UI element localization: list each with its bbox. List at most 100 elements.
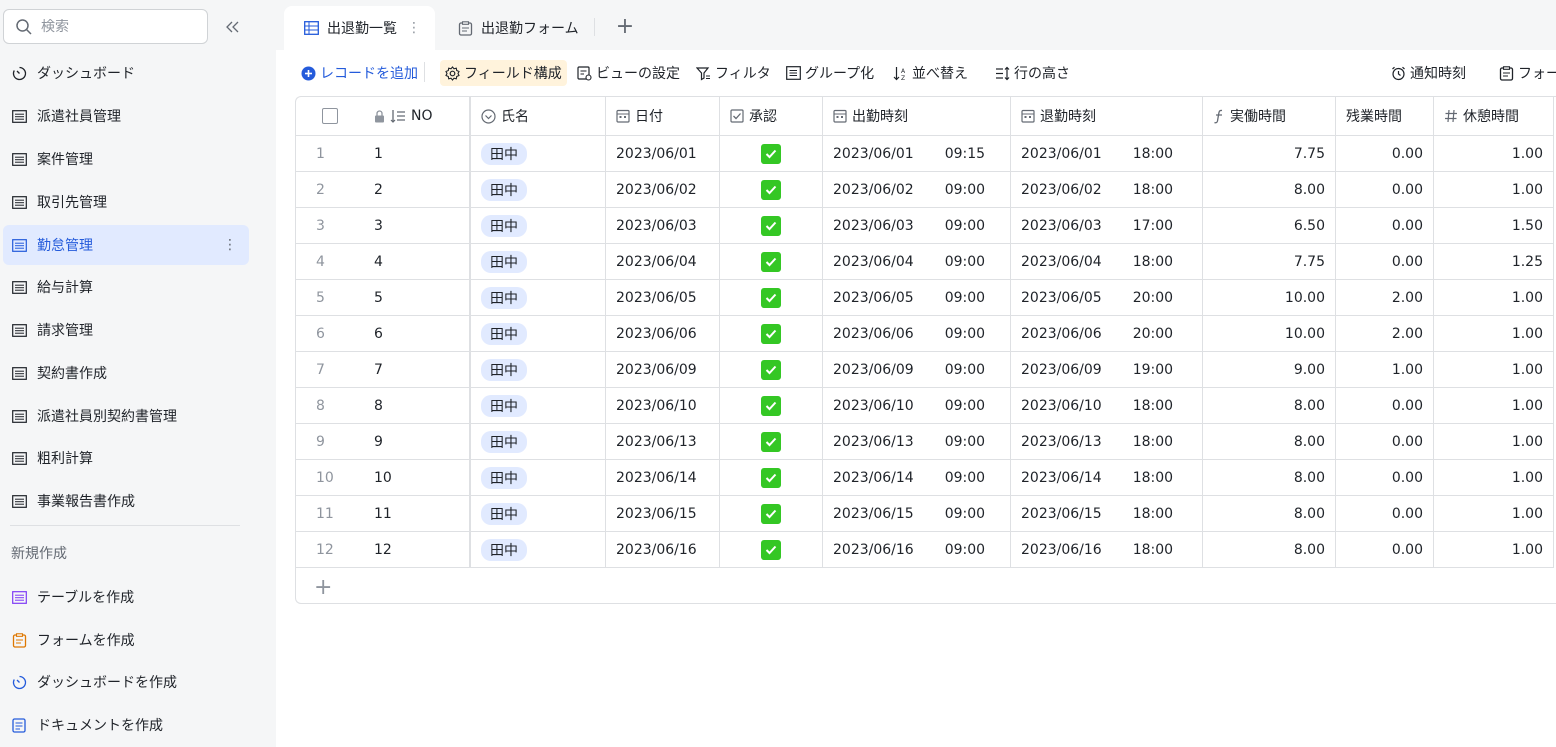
table-row[interactable]: 5 5 田中 2023/06/05 2023/06/05 09:00 2023/06/05 2… [296, 280, 1554, 316]
add-row-icon[interactable]: + [314, 575, 332, 600]
clock-in-cell[interactable]: 2023/06/14 09:00 [823, 460, 1011, 496]
col-header-name[interactable]: 氏名 [471, 97, 606, 136]
approval-cell[interactable] [720, 388, 823, 424]
clock-in-cell[interactable]: 2023/06/15 09:00 [823, 496, 1011, 532]
no-cell[interactable]: 11 [364, 496, 471, 532]
approval-cell[interactable] [720, 136, 823, 172]
work-hours-cell[interactable]: 7.75 [1203, 244, 1336, 280]
row-index[interactable]: 8 [296, 388, 364, 424]
date-cell[interactable]: 2023/06/15 [606, 496, 720, 532]
approval-cell[interactable] [720, 244, 823, 280]
sidebar-item-seikyu[interactable]: 請求管理 [3, 310, 249, 350]
sidebar-item-jigyo-hokoku[interactable]: 事業報告書作成 [3, 481, 249, 521]
sidebar-item-dashboard[interactable]: ダッシュボード [3, 53, 249, 93]
clock-out-cell[interactable]: 2023/06/03 17:00 [1011, 208, 1203, 244]
form-button[interactable]: フォーム [1494, 60, 1556, 86]
name-cell[interactable]: 田中 [471, 208, 606, 244]
approved-checkbox[interactable] [761, 179, 781, 200]
approval-cell[interactable] [720, 172, 823, 208]
approved-checkbox[interactable] [761, 431, 781, 452]
table-row[interactable]: 9 9 田中 2023/06/13 2023/06/13 09:00 2023/06/13 1… [296, 424, 1554, 460]
overtime-cell[interactable]: 0.00 [1336, 172, 1434, 208]
sidebar-item-kyuyo[interactable]: 給与計算 [3, 267, 249, 307]
clock-in-cell[interactable]: 2023/06/10 09:00 [823, 388, 1011, 424]
row-index[interactable]: 9 [296, 424, 364, 460]
name-cell[interactable]: 田中 [471, 532, 606, 568]
clock-out-cell[interactable]: 2023/06/15 18:00 [1011, 496, 1203, 532]
row-index[interactable]: 10 [296, 460, 364, 496]
approval-cell[interactable] [720, 316, 823, 352]
break-cell[interactable]: 1.00 [1434, 172, 1554, 208]
work-hours-cell[interactable]: 6.50 [1203, 208, 1336, 244]
date-cell[interactable]: 2023/06/01 [606, 136, 720, 172]
sidebar-item-haken-keiyaku[interactable]: 派遣社員別契約書管理 [3, 396, 249, 436]
tab-more-icon[interactable]: ⋮ [407, 20, 421, 36]
break-cell[interactable]: 1.00 [1434, 496, 1554, 532]
table-row[interactable]: 3 3 田中 2023/06/03 2023/06/03 09:00 2023/06/03 1… [296, 208, 1554, 244]
approval-cell[interactable] [720, 460, 823, 496]
clock-in-cell[interactable]: 2023/06/16 09:00 [823, 532, 1011, 568]
create-form-item[interactable]: フォームを作成 [3, 620, 249, 660]
clock-out-cell[interactable]: 2023/06/04 18:00 [1011, 244, 1203, 280]
break-cell[interactable]: 1.00 [1434, 424, 1554, 460]
name-cell[interactable]: 田中 [471, 352, 606, 388]
break-cell[interactable]: 1.50 [1434, 208, 1554, 244]
approved-checkbox[interactable] [761, 503, 781, 524]
name-cell[interactable]: 田中 [471, 280, 606, 316]
col-header-overtime[interactable]: 残業時間 [1336, 97, 1434, 136]
work-hours-cell[interactable]: 7.75 [1203, 136, 1336, 172]
name-cell[interactable]: 田中 [471, 172, 606, 208]
row-index[interactable]: 4 [296, 244, 364, 280]
table-row[interactable]: 12 12 田中 2023/06/16 2023/06/16 09:00 2023/06/1… [296, 532, 1554, 568]
work-hours-cell[interactable]: 8.00 [1203, 496, 1336, 532]
approval-cell[interactable] [720, 496, 823, 532]
approved-checkbox[interactable] [761, 323, 781, 344]
sidebar-item-haken[interactable]: 派遣社員管理 [3, 96, 249, 136]
row-index[interactable]: 7 [296, 352, 364, 388]
overtime-cell[interactable]: 2.00 [1336, 280, 1434, 316]
create-dashboard-item[interactable]: ダッシュボードを作成 [3, 662, 249, 702]
approval-cell[interactable] [720, 208, 823, 244]
sidebar-item-anken[interactable]: 案件管理 [3, 139, 249, 179]
clock-in-cell[interactable]: 2023/06/01 09:15 [823, 136, 1011, 172]
row-index[interactable]: 5 [296, 280, 364, 316]
name-cell[interactable]: 田中 [471, 496, 606, 532]
work-hours-cell[interactable]: 8.00 [1203, 172, 1336, 208]
clock-out-cell[interactable]: 2023/06/09 19:00 [1011, 352, 1203, 388]
table-row[interactable]: 8 8 田中 2023/06/10 2023/06/10 09:00 2023/06/10 1… [296, 388, 1554, 424]
group-button[interactable]: グループ化 [781, 60, 879, 86]
approved-checkbox[interactable] [761, 395, 781, 416]
approved-checkbox[interactable] [761, 215, 781, 236]
table-row[interactable]: 11 11 田中 2023/06/15 2023/06/15 09:00 2023/06/1… [296, 496, 1554, 532]
sidebar-item-kintai[interactable]: 勤怠管理 ⋮ [3, 225, 249, 265]
collapse-sidebar-icon[interactable] [222, 16, 244, 38]
name-cell[interactable]: 田中 [471, 136, 606, 172]
break-cell[interactable]: 1.00 [1434, 136, 1554, 172]
no-cell[interactable]: 12 [364, 532, 471, 568]
break-cell[interactable]: 1.25 [1434, 244, 1554, 280]
clock-in-cell[interactable]: 2023/06/06 09:00 [823, 316, 1011, 352]
row-index[interactable]: 2 [296, 172, 364, 208]
break-cell[interactable]: 1.00 [1434, 316, 1554, 352]
view-settings-button[interactable]: ビューの設定 [572, 60, 685, 86]
table-row[interactable]: 10 10 田中 2023/06/14 2023/06/14 09:00 2023/06/1… [296, 460, 1554, 496]
clock-out-cell[interactable]: 2023/06/05 20:00 [1011, 280, 1203, 316]
clock-out-cell[interactable]: 2023/06/16 18:00 [1011, 532, 1203, 568]
select-all-cell[interactable] [296, 97, 364, 136]
field-config-button[interactable]: フィールド構成 [440, 60, 567, 86]
no-cell[interactable]: 1 [364, 136, 471, 172]
approval-cell[interactable] [720, 424, 823, 460]
create-table-item[interactable]: テーブルを作成 [3, 577, 249, 617]
overtime-cell[interactable]: 0.00 [1336, 388, 1434, 424]
clock-in-cell[interactable]: 2023/06/13 09:00 [823, 424, 1011, 460]
no-cell[interactable]: 10 [364, 460, 471, 496]
approved-checkbox[interactable] [761, 467, 781, 488]
approved-checkbox[interactable] [761, 287, 781, 308]
break-cell[interactable]: 1.00 [1434, 460, 1554, 496]
date-cell[interactable]: 2023/06/10 [606, 388, 720, 424]
overtime-cell[interactable]: 0.00 [1336, 496, 1434, 532]
no-cell[interactable]: 4 [364, 244, 471, 280]
work-hours-cell[interactable]: 8.00 [1203, 388, 1336, 424]
no-cell[interactable]: 6 [364, 316, 471, 352]
clock-in-cell[interactable]: 2023/06/03 09:00 [823, 208, 1011, 244]
